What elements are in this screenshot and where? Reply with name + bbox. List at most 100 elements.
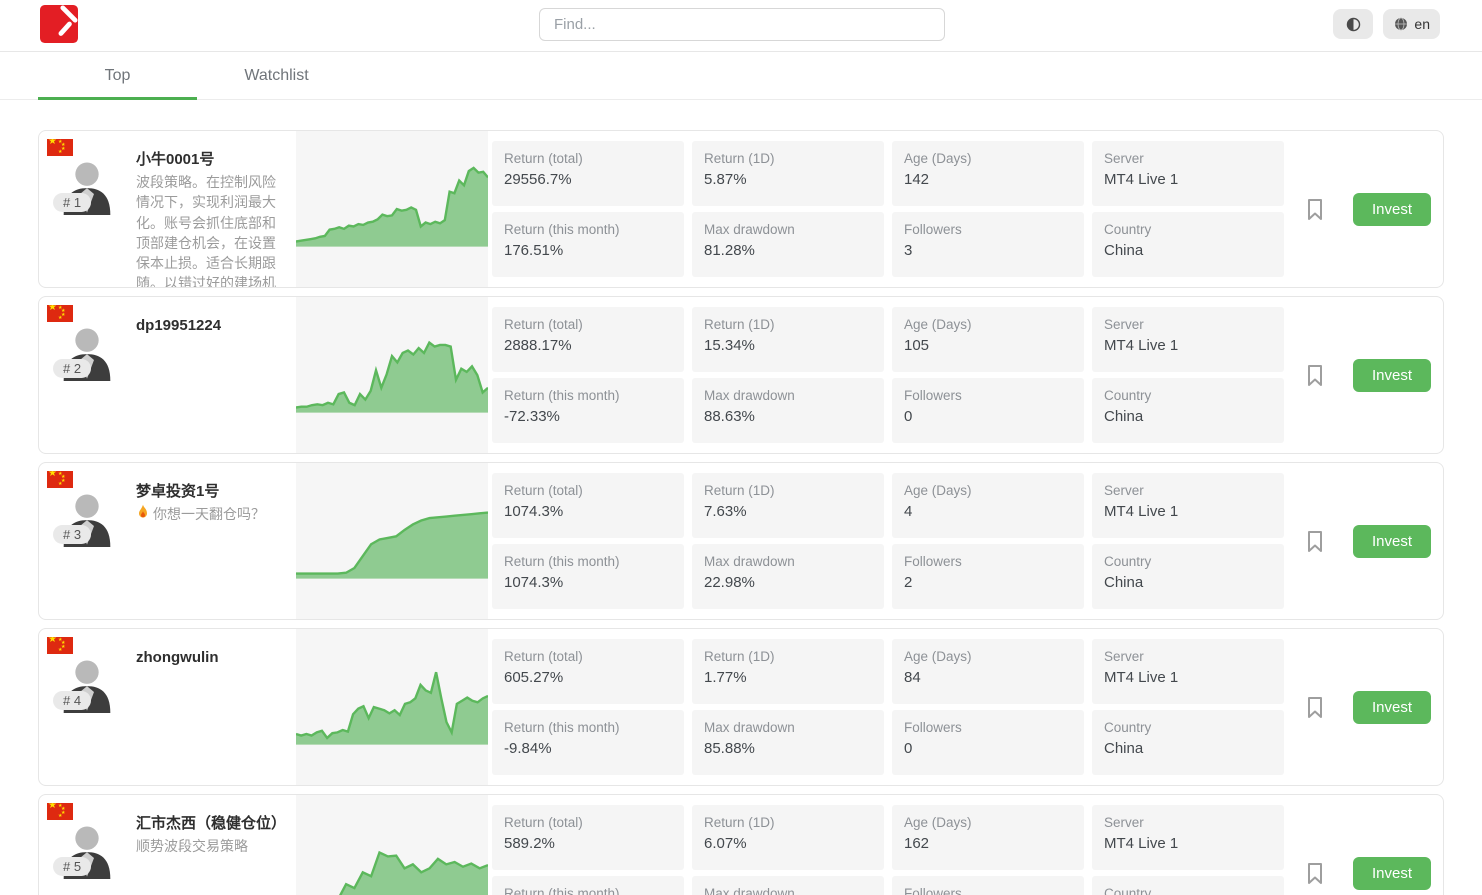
trader-identity: ★ ★ ★ ★ ★ # 3 梦卓投资1号 xyxy=(39,463,296,619)
trader-card: ★ ★ ★ ★ ★ # 2 dp19951224 xyxy=(38,296,1444,454)
tab-watchlist[interactable]: Watchlist xyxy=(197,52,356,99)
stat-age-days: Age (Days) 4 xyxy=(892,473,1084,538)
equity-chart xyxy=(296,131,488,287)
equity-chart xyxy=(296,297,488,453)
trader-card: ★ ★ ★ ★ ★ # 4 zhongwulin xyxy=(38,628,1444,786)
stat-age-days: Age (Days) 84 xyxy=(892,639,1084,704)
stat-country: Country China xyxy=(1092,212,1284,277)
invest-button[interactable]: Invest xyxy=(1353,359,1431,392)
invest-button[interactable]: Invest xyxy=(1353,193,1431,226)
stat-return-total: Return (total) 605.27% xyxy=(492,639,684,704)
top-header: en xyxy=(0,0,1482,52)
stat-return-1d: Return (1D) 6.07% xyxy=(692,805,884,870)
fire-icon xyxy=(136,504,150,520)
search-input[interactable] xyxy=(539,8,945,41)
china-flag-icon: ★ ★ ★ ★ ★ xyxy=(47,471,73,488)
rank-badge: # 2 xyxy=(53,359,91,378)
trader-description-text: 你想一天翻仓吗？ xyxy=(153,504,265,524)
invest-button[interactable]: Invest xyxy=(1353,525,1431,558)
trader-description: 波段策略。在控制风险情况下，实现利润最大化。账号会抓住底部和顶部建仓机会，在设置… xyxy=(136,172,288,288)
stat-country: Country xyxy=(1092,876,1284,895)
stat-return-1d: Return (1D) 15.34% xyxy=(692,307,884,372)
stat-server: Server MT4 Live 1 xyxy=(1092,307,1284,372)
trader-identity: ★ ★ ★ ★ ★ # 5 汇市杰西（稳健仓位） 顺势波段交易策略 xyxy=(39,795,296,895)
bookmark-button[interactable] xyxy=(1303,362,1327,388)
trader-stats: Return (total) 1074.3% Return (this mont… xyxy=(488,463,1284,619)
trader-name[interactable]: 小牛0001号 xyxy=(136,149,288,170)
trader-card: ★ ★ ★ ★ ★ # 1 小牛0001号 波段策略。在控制风险情况下，实现利润… xyxy=(38,130,1444,288)
language-button[interactable]: en xyxy=(1383,9,1440,39)
stat-max-drawdown: Max drawdown xyxy=(692,876,884,895)
stat-age-days: Age (Days) 162 xyxy=(892,805,1084,870)
trader-stats: Return (total) 29556.7% Return (this mon… xyxy=(488,131,1284,287)
china-flag-icon: ★ ★ ★ ★ ★ xyxy=(47,803,73,820)
stat-return-month: Return (this month) xyxy=(492,876,684,895)
stat-server: Server MT4 Live 1 xyxy=(1092,639,1284,704)
bookmark-button[interactable] xyxy=(1303,694,1327,720)
trader-list: ★ ★ ★ ★ ★ # 1 小牛0001号 波段策略。在控制风险情况下，实现利润… xyxy=(38,130,1444,895)
stat-followers: Followers 3 xyxy=(892,212,1084,277)
stat-server: Server MT4 Live 1 xyxy=(1092,473,1284,538)
trader-stats: Return (total) 589.2% Return (this month… xyxy=(488,795,1284,895)
stat-country: Country China xyxy=(1092,544,1284,609)
trader-description-text: 波段策略。在控制风险情况下，实现利润最大化。账号会抓住底部和顶部建仓机会，在设置… xyxy=(136,172,288,288)
china-flag-icon: ★ ★ ★ ★ ★ xyxy=(47,139,73,156)
bookmark-button[interactable] xyxy=(1303,860,1327,886)
stat-followers: Followers 0 xyxy=(892,710,1084,775)
header-controls: en xyxy=(1333,9,1440,39)
trader-description-text: 顺势波段交易策略 xyxy=(136,836,248,856)
stat-return-month: Return (this month) 1074.3% xyxy=(492,544,684,609)
stat-return-total: Return (total) 589.2% xyxy=(492,805,684,870)
trader-identity: ★ ★ ★ ★ ★ # 1 小牛0001号 波段策略。在控制风险情况下，实现利润… xyxy=(39,131,296,287)
trader-name[interactable]: 汇市杰西（稳健仓位） xyxy=(136,813,288,834)
bookmark-button[interactable] xyxy=(1303,528,1327,554)
trader-identity: ★ ★ ★ ★ ★ # 4 zhongwulin xyxy=(39,629,296,785)
stat-max-drawdown: Max drawdown 81.28% xyxy=(692,212,884,277)
theme-toggle-button[interactable] xyxy=(1333,9,1373,39)
stat-max-drawdown: Max drawdown 22.98% xyxy=(692,544,884,609)
invest-button[interactable]: Invest xyxy=(1353,691,1431,724)
trader-name[interactable]: dp19951224 xyxy=(136,315,288,336)
stat-return-month: Return (this month) 176.51% xyxy=(492,212,684,277)
trader-card: ★ ★ ★ ★ ★ # 5 汇市杰西（稳健仓位） 顺势波段交易策略 xyxy=(38,794,1444,895)
language-label: en xyxy=(1414,16,1430,32)
stat-return-total: Return (total) 29556.7% xyxy=(492,141,684,206)
stat-age-days: Age (Days) 142 xyxy=(892,141,1084,206)
tab-bar: Top Watchlist xyxy=(0,52,1482,100)
trader-description: 顺势波段交易策略 xyxy=(136,836,288,856)
stat-server: Server MT4 Live 1 xyxy=(1092,141,1284,206)
rank-badge: # 1 xyxy=(53,193,91,212)
stat-max-drawdown: Max drawdown 88.63% xyxy=(692,378,884,443)
china-flag-icon: ★ ★ ★ ★ ★ xyxy=(47,305,73,322)
bookmark-button[interactable] xyxy=(1303,196,1327,222)
trader-stats: Return (total) 2888.17% Return (this mon… xyxy=(488,297,1284,453)
stat-return-1d: Return (1D) 1.77% xyxy=(692,639,884,704)
stat-max-drawdown: Max drawdown 85.88% xyxy=(692,710,884,775)
stat-country: Country China xyxy=(1092,710,1284,775)
tab-top[interactable]: Top xyxy=(38,52,197,99)
stat-followers: Followers 0 xyxy=(892,378,1084,443)
contrast-icon xyxy=(1345,16,1362,33)
rank-badge: # 4 xyxy=(53,691,91,710)
stat-country: Country China xyxy=(1092,378,1284,443)
trader-description: 你想一天翻仓吗？ xyxy=(136,504,288,524)
stat-server: Server MT4 Live 1 xyxy=(1092,805,1284,870)
stat-followers: Followers 2 xyxy=(892,544,1084,609)
stat-return-1d: Return (1D) 5.87% xyxy=(692,141,884,206)
brand-logo[interactable] xyxy=(40,5,78,43)
trader-card: ★ ★ ★ ★ ★ # 3 梦卓投资1号 xyxy=(38,462,1444,620)
stat-return-total: Return (total) 2888.17% xyxy=(492,307,684,372)
invest-button[interactable]: Invest xyxy=(1353,857,1431,890)
rank-badge: # 5 xyxy=(53,857,91,876)
equity-chart xyxy=(296,795,488,895)
stat-return-month: Return (this month) -9.84% xyxy=(492,710,684,775)
rank-badge: # 3 xyxy=(53,525,91,544)
globe-icon xyxy=(1393,16,1409,32)
china-flag-icon: ★ ★ ★ ★ ★ xyxy=(47,637,73,654)
trader-name[interactable]: 梦卓投资1号 xyxy=(136,481,288,502)
trader-name[interactable]: zhongwulin xyxy=(136,647,288,668)
search-container xyxy=(539,8,945,41)
trader-stats: Return (total) 605.27% Return (this mont… xyxy=(488,629,1284,785)
equity-chart xyxy=(296,463,488,619)
stat-age-days: Age (Days) 105 xyxy=(892,307,1084,372)
